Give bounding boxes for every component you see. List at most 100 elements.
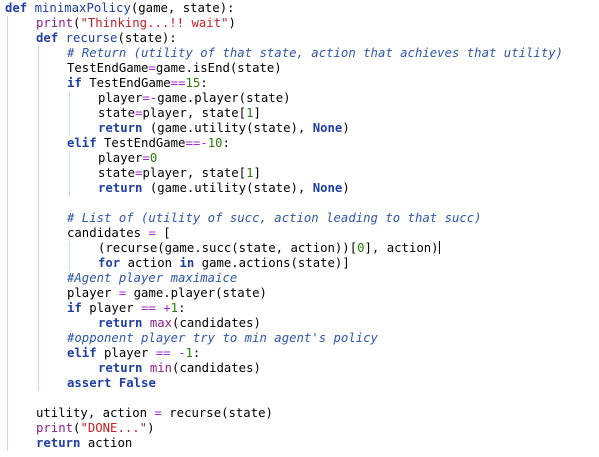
code-token: player bbox=[98, 151, 143, 165]
code-token: return bbox=[98, 316, 143, 330]
code-editor[interactable]: def minimaxPolicy(game, state): print("Th… bbox=[0, 0, 599, 457]
code-line: player = game.player(state) bbox=[67, 286, 267, 301]
code-token: = bbox=[148, 61, 156, 75]
code-token: =- bbox=[142, 91, 158, 105]
code-line: (recurse(game.succ(state, action))[0], a… bbox=[98, 241, 440, 256]
code-token: = bbox=[154, 406, 162, 420]
code-token: "Thinking...!! wait" bbox=[80, 16, 229, 30]
code-line: elif TestEndGame==-10: bbox=[67, 136, 230, 151]
code-token: # Return (utility of that state, action … bbox=[67, 46, 564, 60]
code-token: "DONE..." bbox=[80, 421, 148, 435]
code-token: (game, state): bbox=[130, 1, 235, 15]
code-token: ], action) bbox=[364, 241, 439, 255]
indent-guide bbox=[7, 16, 8, 451]
code-token: action bbox=[120, 256, 180, 270]
code-line: def recurse(state): bbox=[36, 31, 177, 46]
code-line: return action bbox=[36, 436, 132, 451]
code-token: max bbox=[149, 316, 173, 330]
code-token: if bbox=[67, 76, 82, 90]
code-line: assert False bbox=[67, 376, 156, 391]
code-token: return bbox=[98, 121, 143, 135]
code-token: if bbox=[67, 301, 82, 315]
code-line: utility, action = recurse(state) bbox=[36, 406, 273, 421]
indent-guide bbox=[69, 241, 70, 271]
code-line: elif player == -1: bbox=[67, 346, 200, 361]
code-token: recurse bbox=[65, 31, 118, 45]
code-token: TestEndGame bbox=[96, 136, 186, 150]
indent-guide bbox=[69, 91, 70, 136]
code-token: in bbox=[179, 256, 195, 270]
code-token: action bbox=[80, 436, 133, 450]
code-line: TestEndGame=game.isEnd(state) bbox=[67, 61, 282, 76]
code-token: ] bbox=[253, 106, 261, 120]
code-token: ) bbox=[228, 16, 236, 30]
code-line: return (game.utility(state), None) bbox=[98, 121, 350, 136]
code-token: TestEndGame bbox=[81, 76, 171, 90]
code-token: game.player(state) bbox=[126, 286, 267, 300]
code-line: candidates = [ bbox=[67, 226, 171, 241]
indent-guide bbox=[69, 151, 70, 196]
code-token: game.isEnd(state) bbox=[155, 61, 282, 75]
code-line: player=0 bbox=[98, 151, 157, 166]
code-token: recurse(state) bbox=[161, 406, 273, 420]
code-token: game.actions(state)] bbox=[194, 256, 350, 270]
code-token: def bbox=[5, 1, 28, 15]
code-line: return max(candidates) bbox=[98, 316, 261, 331]
code-token: ) bbox=[147, 421, 155, 435]
code-token: 1 bbox=[246, 166, 254, 180]
code-token: (recurse(game.succ(state, action))[ bbox=[98, 241, 358, 255]
code-token: return bbox=[98, 181, 143, 195]
code-line: print("Thinking...!! wait") bbox=[36, 16, 236, 31]
code-token: 1 bbox=[185, 346, 193, 360]
code-token: == bbox=[141, 301, 156, 315]
code-token: = bbox=[142, 151, 150, 165]
code-token: None bbox=[312, 181, 343, 195]
code-line: def minimaxPolicy(game, state): bbox=[5, 1, 235, 16]
code-token: # List of (utility of succ, action leadi… bbox=[67, 211, 482, 225]
code-token: minimaxPolicy bbox=[34, 1, 131, 15]
text-cursor bbox=[438, 241, 440, 254]
code-token: print bbox=[36, 16, 74, 30]
code-token: TestEndGame bbox=[67, 61, 149, 75]
code-line: #opponent player try to min agent's poli… bbox=[67, 331, 378, 346]
code-token: elif bbox=[67, 136, 97, 150]
code-token: assert bbox=[67, 376, 112, 390]
code-token: #opponent player try to min agent's poli… bbox=[67, 331, 378, 345]
code-token: ) bbox=[342, 121, 350, 135]
code-token: None bbox=[312, 121, 343, 135]
code-token: 15 bbox=[185, 76, 201, 90]
code-token: player bbox=[67, 286, 119, 300]
code-token: 0 bbox=[149, 151, 158, 165]
code-line: if player == +1: bbox=[67, 301, 185, 316]
code-token: player bbox=[96, 346, 156, 360]
code-token: state bbox=[98, 106, 136, 120]
code-token: elif bbox=[67, 346, 97, 360]
code-token: 1 bbox=[170, 301, 179, 315]
code-line: return (game.utility(state), None) bbox=[98, 181, 350, 196]
code-line: print("DONE...") bbox=[36, 421, 154, 436]
code-token: : bbox=[178, 301, 186, 315]
code-token: ==- bbox=[185, 136, 208, 150]
code-token: : bbox=[192, 346, 201, 360]
code-token: return bbox=[98, 361, 143, 375]
code-line: for action in game.actions(state)] bbox=[98, 256, 350, 271]
code-token: == bbox=[170, 76, 186, 90]
code-token: def bbox=[36, 31, 59, 45]
code-token: player, state[ bbox=[142, 166, 247, 180]
code-token: (candidates) bbox=[172, 316, 261, 330]
code-token: False bbox=[118, 376, 156, 390]
code-token: (game.utility(state), bbox=[142, 121, 313, 135]
code-token: [ bbox=[155, 226, 171, 240]
code-token: : bbox=[200, 76, 208, 90]
code-token: state bbox=[98, 166, 136, 180]
code-line: state=player, state[1] bbox=[98, 166, 261, 181]
code-line: #Agent player maximaice bbox=[67, 271, 237, 286]
code-token: game.player(state) bbox=[157, 91, 291, 105]
code-token: min bbox=[149, 361, 173, 375]
code-token: (game.utility(state), bbox=[142, 181, 313, 195]
code-line: return min(candidates) bbox=[98, 361, 261, 376]
